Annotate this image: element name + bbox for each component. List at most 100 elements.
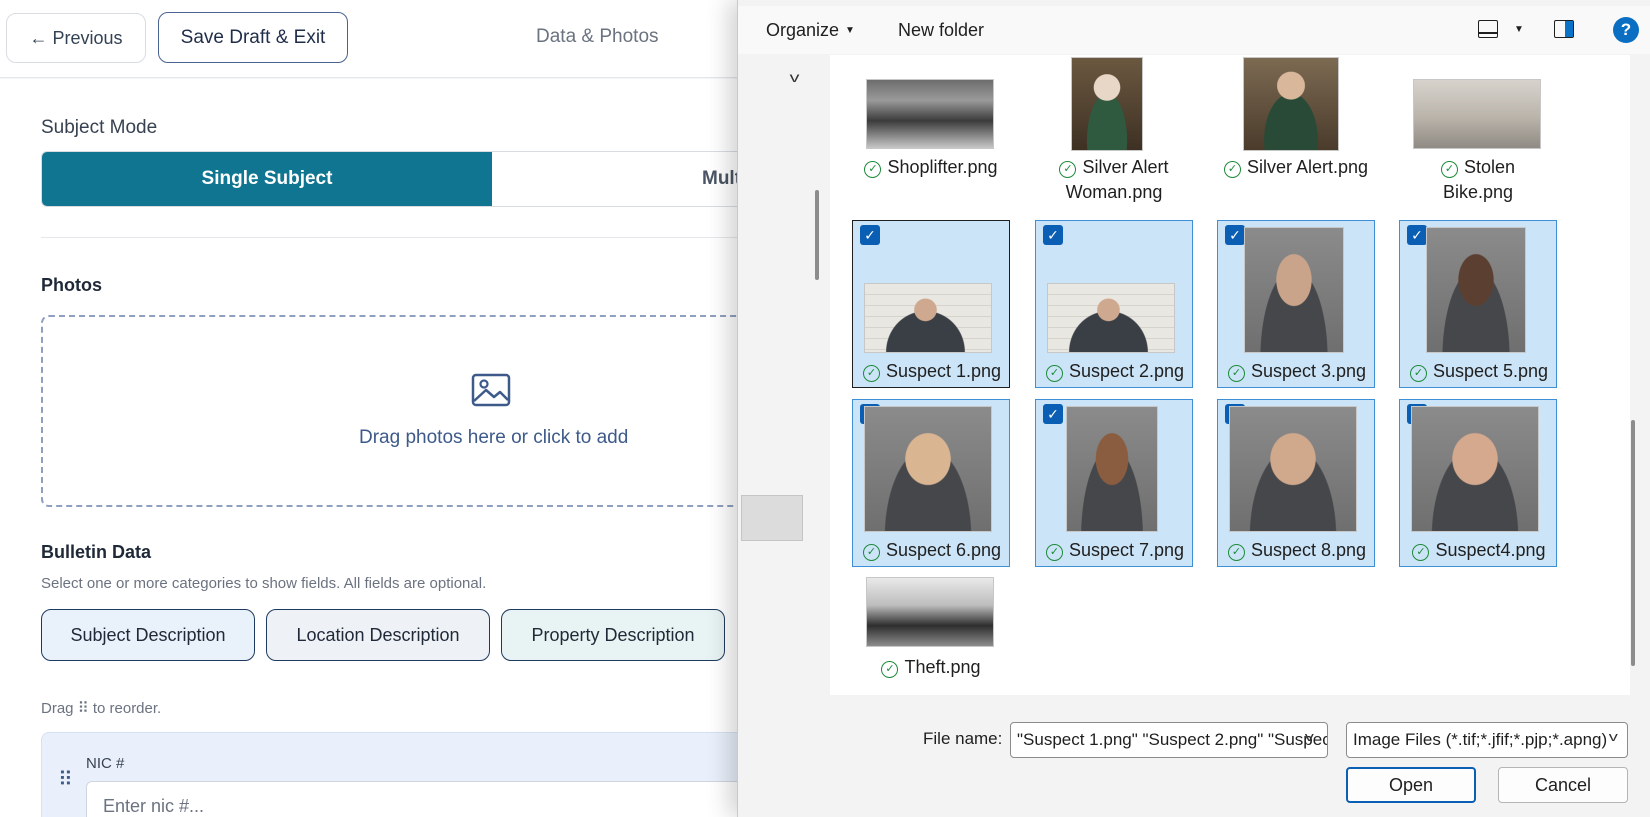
subject-mode-toggle: Single Subject Multi Sub <box>41 151 740 207</box>
preview-pane-icon[interactable] <box>1554 20 1574 38</box>
save-draft-exit-button[interactable]: Save Draft & Exit <box>158 12 348 63</box>
checkbox-checked-icon[interactable]: ✓ <box>1225 225 1245 245</box>
file-thumbnail <box>1229 406 1357 532</box>
file-tile-selected[interactable]: ✓ ✓Suspect 8.png <box>1217 399 1375 567</box>
file-tile[interactable]: ✓ Silver Alert Woman.png <box>1035 57 1193 207</box>
file-thumbnail <box>1413 79 1541 149</box>
file-grid: ✓ Shoplifter.png ✓ Silver Alert Woman.png ✓… <box>830 55 1630 695</box>
chevron-down-icon[interactable]: v <box>1609 729 1618 744</box>
sync-status-icon: ✓ <box>1045 365 1063 382</box>
file-name: Silver Alert <box>1082 157 1169 177</box>
organize-menu[interactable]: Organize ▼ <box>766 20 855 41</box>
file-tile-selected[interactable]: ✓ ✓ Suspect 7.png <box>1035 399 1193 567</box>
file-thumbnail <box>1066 406 1158 532</box>
file-name-input[interactable]: "Suspect 1.png" "Suspect 2.png" "Suspect… <box>1010 722 1328 758</box>
file-thumbnail <box>866 577 994 647</box>
drag-handle-icon[interactable]: ⠿ <box>58 767 73 792</box>
help-icon[interactable]: ? <box>1613 17 1639 43</box>
file-thumbnail <box>864 283 992 353</box>
file-name-label: File name: <box>923 729 1003 748</box>
sync-status-icon: ✓ <box>1227 365 1245 382</box>
file-name: Suspect 2.png <box>1068 361 1185 381</box>
navigation-pane: v <box>738 55 806 695</box>
file-thumbnail <box>1411 406 1539 532</box>
sync-status-icon: ✓ <box>1059 161 1077 178</box>
file-name: Suspect 5.png <box>1432 361 1549 381</box>
chevron-down-icon[interactable]: v <box>1305 729 1314 744</box>
location-description-button[interactable]: Location Description <box>266 609 490 661</box>
file-tile[interactable]: ✓ Theft.png <box>852 577 1010 695</box>
file-name: Stolen <box>1463 157 1516 177</box>
file-name: Suspect 8.png <box>1250 540 1367 560</box>
file-name: Shoplifter.png <box>887 157 998 177</box>
file-name: Silver Alert.png <box>1246 157 1369 177</box>
multi-subject-option[interactable]: Multi Sub <box>492 152 740 206</box>
dialog-toolbar: Organize ▼ New folder ▼ ? <box>738 6 1650 54</box>
file-name: Woman.png <box>1065 182 1163 202</box>
checkbox-checked-icon[interactable]: ✓ <box>860 225 880 245</box>
file-tile[interactable]: ✓ Stolen Bike.png <box>1399 57 1557 207</box>
open-button[interactable]: Open <box>1346 767 1476 803</box>
nav-pane-scroll-area[interactable] <box>741 495 803 541</box>
file-thumbnail <box>1047 283 1175 353</box>
bulletin-data-label: Bulletin Data <box>41 542 152 562</box>
file-name: Suspect4.png <box>1435 540 1546 560</box>
view-mode-icon[interactable] <box>1478 20 1498 38</box>
file-thumbnail <box>864 406 992 532</box>
nic-field-card: ⠿ NIC # <box>41 732 740 817</box>
top-bar: ← Previous Save Draft & Exit Data & Phot… <box>0 0 740 78</box>
file-name: Theft.png <box>904 657 981 677</box>
sync-status-icon: ✓ <box>1409 365 1427 382</box>
checkbox-checked-icon[interactable]: ✓ <box>1407 225 1427 245</box>
section-divider <box>41 237 740 238</box>
sync-status-icon: ✓ <box>864 161 882 178</box>
file-open-dialog: Organize ▼ New folder ▼ ? v ✓ Shoplifter.p… <box>737 0 1650 817</box>
file-thumbnail <box>866 79 994 149</box>
nav-scrollbar[interactable] <box>815 190 819 280</box>
file-type-select[interactable]: Image Files (*.tif;*.jfif;*.pjp;*.apng) <box>1346 722 1628 758</box>
property-description-button[interactable]: Property Description <box>501 609 725 661</box>
subject-description-button[interactable]: Subject Description <box>41 609 255 661</box>
file-name: Suspect 6.png <box>885 540 1002 560</box>
file-tile-selected[interactable]: ✓ ✓Suspect 6.png <box>852 399 1010 567</box>
file-tile[interactable]: ✓ Silver Alert.png <box>1217 57 1375 207</box>
file-tile-selected[interactable]: ✓ ✓ Suspect 3.png <box>1217 220 1375 388</box>
previous-button[interactable]: ← Previous <box>6 13 146 63</box>
nic-input[interactable] <box>86 781 740 817</box>
file-grid-scrollbar[interactable] <box>1631 420 1635 666</box>
file-tile-selected[interactable]: ✓ ✓ Suspect 2.png <box>1035 220 1193 388</box>
photo-dropzone[interactable]: Drag photos here or click to add <box>41 315 740 507</box>
file-tile-selected[interactable]: ✓ ✓ Suspect 5.png <box>1399 220 1557 388</box>
file-thumbnail <box>1243 57 1339 151</box>
form-content: Subject Mode Single Subject Multi Sub Ph… <box>0 79 740 817</box>
subject-mode-label: Subject Mode <box>41 117 158 138</box>
dropzone-text: Drag photos here or click to add <box>359 427 629 448</box>
chevron-down-icon[interactable]: v <box>790 69 800 85</box>
sync-status-icon: ✓ <box>881 661 899 678</box>
drag-reorder-hint: Drag ⠿ to reorder. <box>41 700 162 717</box>
new-folder-button[interactable]: New folder <box>898 20 984 41</box>
dialog-footer: File name: "Suspect 1.png" "Suspect 2.pn… <box>738 695 1650 817</box>
file-thumbnail <box>1071 57 1143 151</box>
file-name: Bike.png <box>1442 182 1514 202</box>
photos-label: Photos <box>41 275 102 295</box>
file-tile[interactable]: ✓ Shoplifter.png <box>852 57 1010 207</box>
file-tile-selected[interactable]: ✓ ✓ Suspect 1.png <box>852 220 1010 388</box>
bulletin-hint: Select one or more categories to show fi… <box>41 575 487 592</box>
step-title: Data & Photos <box>536 26 659 47</box>
caret-down-icon: ▼ <box>845 25 855 36</box>
sync-status-icon: ✓ <box>1045 544 1063 561</box>
sync-status-icon: ✓ <box>1412 544 1430 561</box>
view-options-caret-icon[interactable]: ▼ <box>1514 24 1524 35</box>
file-tile-selected[interactable]: ✓ ✓Suspect4.png <box>1399 399 1557 567</box>
cancel-button[interactable]: Cancel <box>1498 767 1628 803</box>
sync-status-icon: ✓ <box>1223 161 1241 178</box>
file-name: Suspect 1.png <box>885 361 1002 381</box>
checkbox-checked-icon[interactable]: ✓ <box>1043 225 1063 245</box>
checkbox-checked-icon[interactable]: ✓ <box>1043 404 1063 424</box>
image-icon <box>471 373 511 407</box>
sync-status-icon: ✓ <box>1440 161 1458 178</box>
single-subject-option[interactable]: Single Subject <box>42 152 492 206</box>
file-name: Suspect 7.png <box>1068 540 1185 560</box>
sync-status-icon: ✓ <box>862 365 880 382</box>
